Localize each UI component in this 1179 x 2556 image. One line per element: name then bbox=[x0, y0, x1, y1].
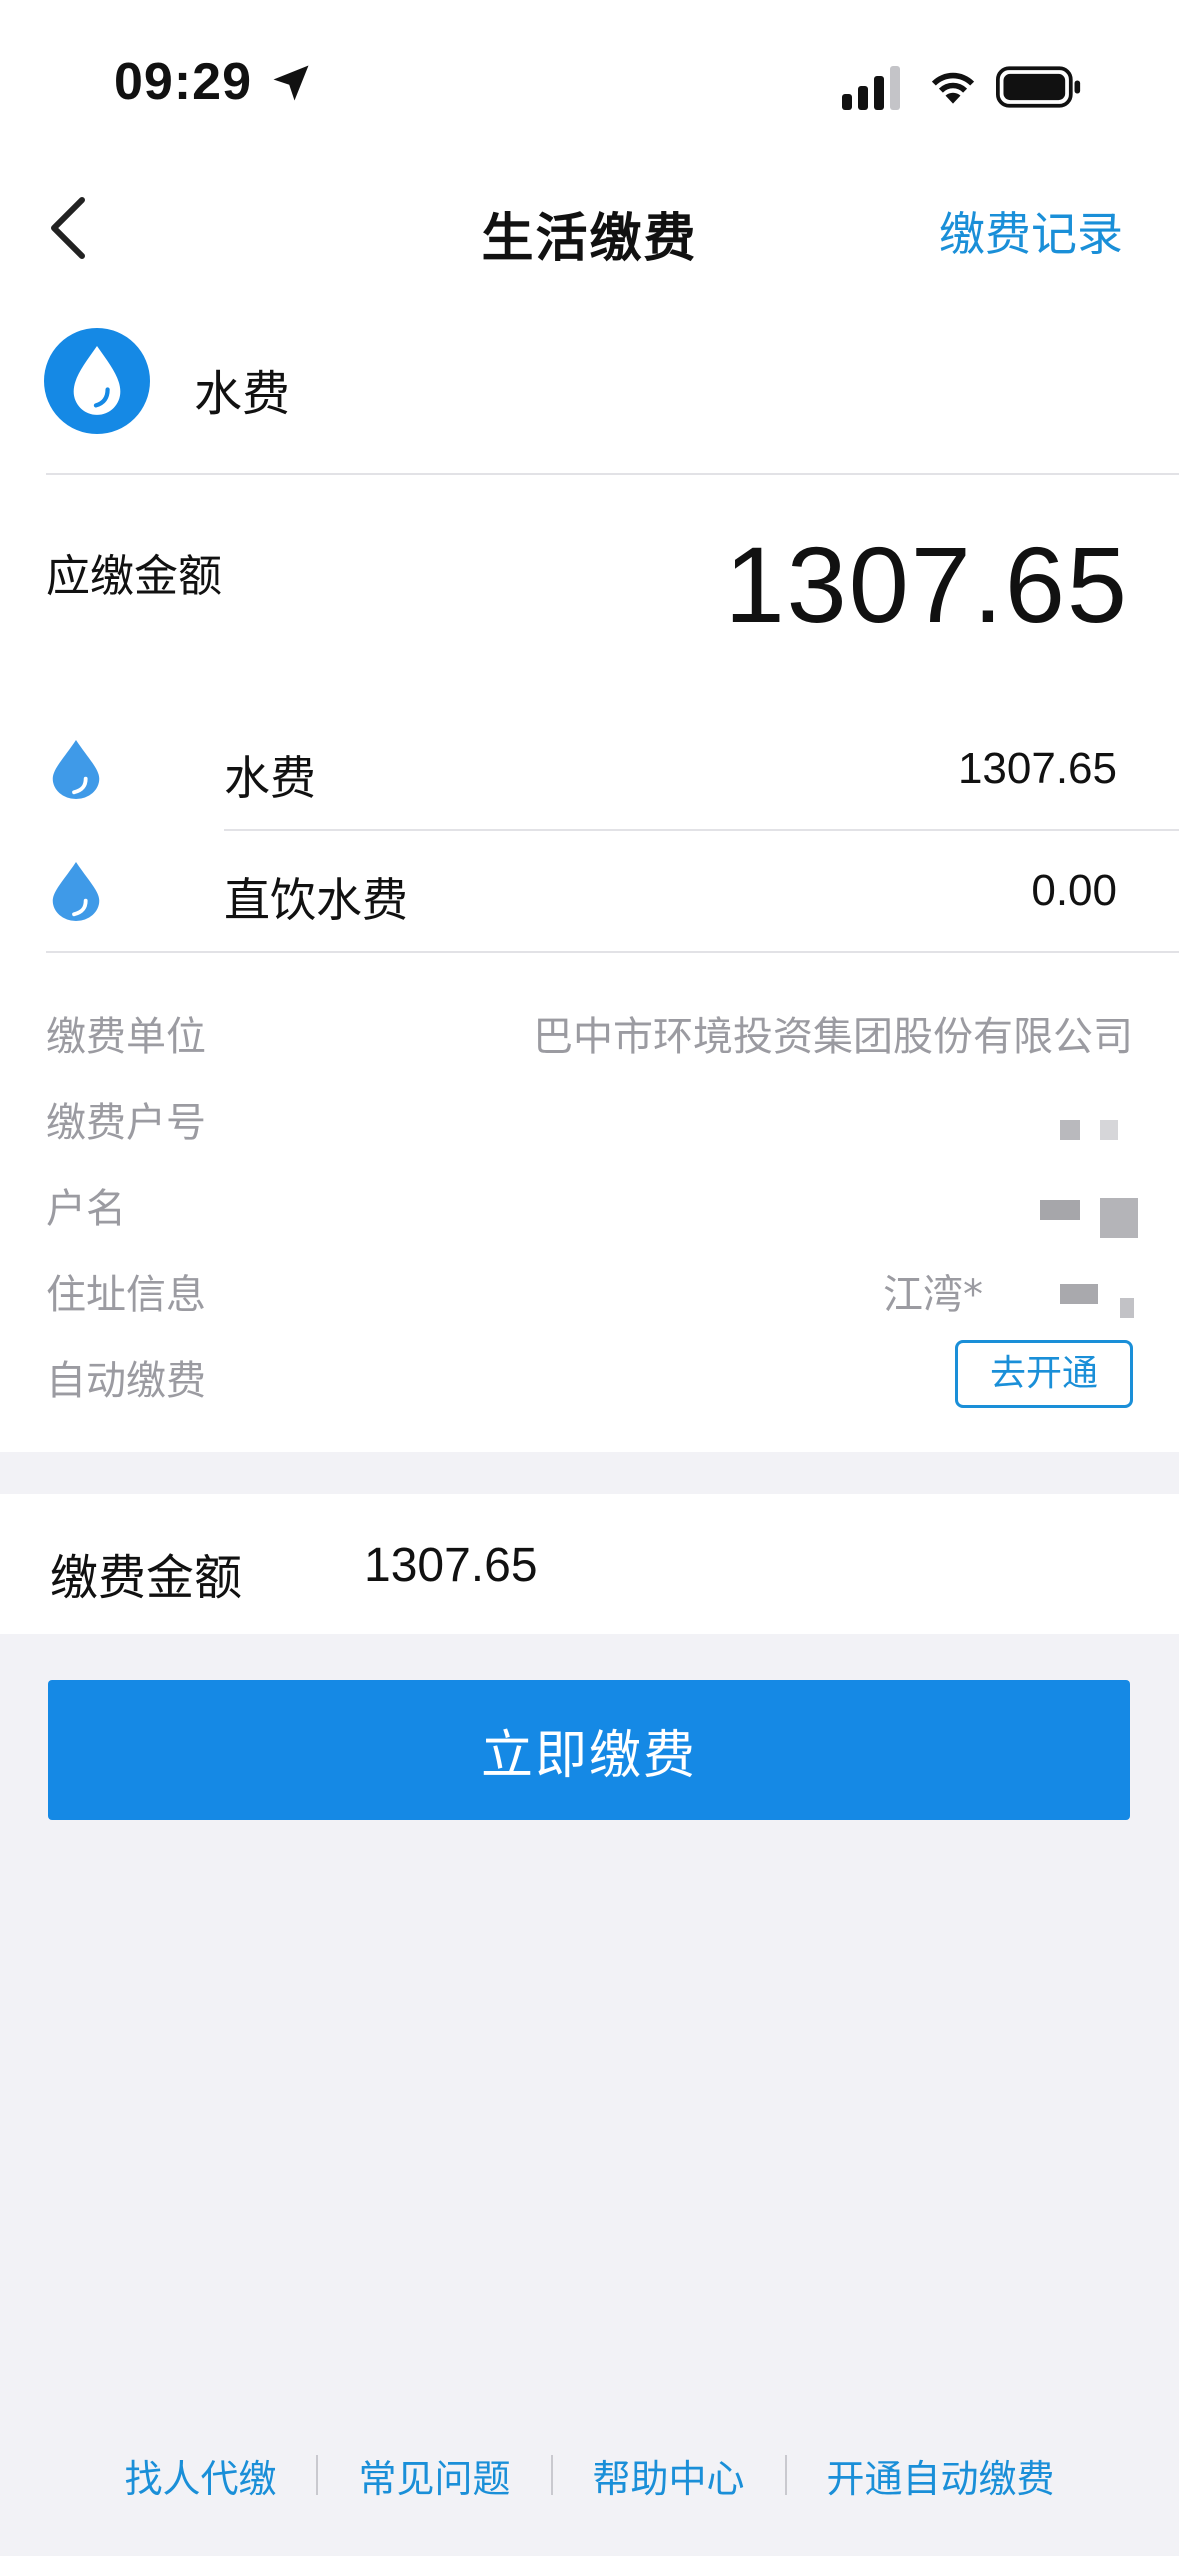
info-label: 户名 bbox=[46, 1186, 126, 1232]
status-bar: 09:29 bbox=[0, 0, 1179, 160]
redacted-value bbox=[1040, 1200, 1080, 1220]
info-row-address: 住址信息 江湾* bbox=[0, 1248, 1179, 1334]
info-row-unit: 缴费单位 巴中市环境投资集团股份有限公司 bbox=[0, 990, 1179, 1076]
payment-amount-row: 缴费金额 1307.65 bbox=[0, 1494, 1179, 1634]
fee-item-water: 水费 1307.65 bbox=[0, 708, 1179, 830]
info-value: 江湾* bbox=[883, 1272, 983, 1318]
footer-link-help-center[interactable]: 帮助中心 bbox=[553, 2448, 785, 2503]
enable-auto-pay-button[interactable]: 去开通 bbox=[955, 1340, 1133, 1408]
service-name: 水费 bbox=[194, 366, 291, 422]
info-label: 缴费单位 bbox=[46, 1014, 206, 1060]
footer-link-proxy-pay[interactable]: 找人代缴 bbox=[84, 2448, 316, 2503]
info-label: 自动缴费 bbox=[46, 1358, 206, 1404]
status-time: 09:29 bbox=[114, 53, 252, 111]
amount-due-value: 1307.65 bbox=[724, 524, 1129, 645]
water-drop-icon bbox=[52, 739, 100, 800]
wifi-icon bbox=[931, 72, 975, 104]
redacted-value bbox=[1060, 1120, 1080, 1140]
fee-item-value: 1307.65 bbox=[957, 744, 1117, 793]
water-drop-icon bbox=[44, 328, 150, 434]
footer-links: 找人代缴 常见问题 帮助中心 开通自动缴费 bbox=[0, 2440, 1179, 2510]
divider bbox=[46, 951, 1179, 953]
amount-due-label: 应缴金额 bbox=[46, 551, 222, 602]
info-label: 住址信息 bbox=[46, 1272, 206, 1318]
amount-due-row: 应缴金额 1307.65 bbox=[0, 500, 1179, 680]
fee-item-direct-water: 直饮水费 0.00 bbox=[0, 830, 1179, 952]
pay-now-button[interactable]: 立即缴费 bbox=[48, 1680, 1130, 1820]
redacted-value bbox=[1100, 1120, 1118, 1140]
info-value: 巴中市环境投资集团股份有限公司 bbox=[533, 1014, 1133, 1060]
divider bbox=[46, 473, 1179, 475]
service-header: 水费 bbox=[0, 320, 1179, 470]
payment-amount-input[interactable]: 1307.65 bbox=[364, 1538, 538, 1593]
info-label: 缴费户号 bbox=[46, 1100, 206, 1146]
footer-link-faq[interactable]: 常见问题 bbox=[318, 2448, 550, 2503]
cellular-signal-icon bbox=[842, 66, 900, 110]
info-row-account: 缴费户号 bbox=[0, 1076, 1179, 1162]
payment-history-link[interactable]: 缴费记录 bbox=[939, 198, 1123, 264]
redacted-value bbox=[1100, 1198, 1138, 1238]
navigation-bar: 生活缴费 缴费记录 bbox=[0, 160, 1179, 290]
payment-amount-label: 缴费金额 bbox=[50, 1550, 243, 1606]
fee-item-name: 水费 bbox=[224, 751, 316, 805]
location-arrow-icon bbox=[273, 65, 309, 101]
info-row-auto-pay: 自动缴费 去开通 bbox=[0, 1334, 1179, 1420]
info-row-name: 户名 bbox=[0, 1162, 1179, 1248]
fee-item-value: 0.00 bbox=[1031, 866, 1117, 915]
footer-link-auto-pay[interactable]: 开通自动缴费 bbox=[787, 2448, 1095, 2503]
redacted-value bbox=[1060, 1284, 1098, 1304]
water-drop-icon bbox=[52, 861, 100, 922]
battery-icon bbox=[996, 66, 1081, 108]
fee-item-name: 直饮水费 bbox=[224, 873, 408, 927]
redacted-value bbox=[1120, 1298, 1134, 1318]
